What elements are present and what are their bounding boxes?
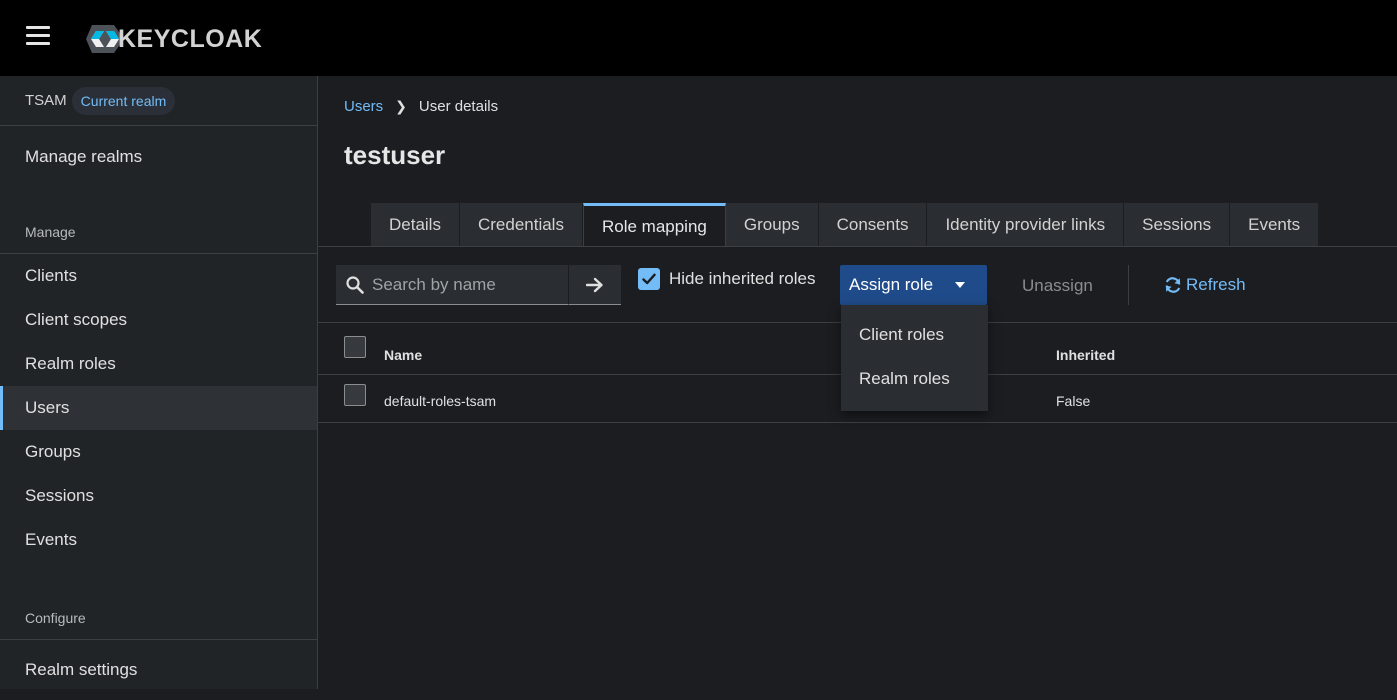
tab-credentials[interactable]: Credentials	[459, 203, 583, 246]
refresh-icon	[1165, 277, 1181, 293]
breadcrumb-users-link[interactable]: Users	[344, 98, 383, 115]
sidebar-item-clients[interactable]: Clients	[0, 254, 317, 298]
hide-inherited-label: Hide inherited roles	[669, 269, 816, 288]
sidebar-item-client-scopes[interactable]: Client scopes	[0, 298, 317, 342]
check-icon	[642, 273, 656, 285]
tab-consents[interactable]: Consents	[818, 203, 928, 246]
tab-events[interactable]: Events	[1230, 203, 1320, 246]
realm-name: TSAM	[25, 92, 67, 109]
realm-selector[interactable]: TSAM Current realm	[0, 76, 317, 126]
column-header-inherited[interactable]: Inherited	[1056, 347, 1115, 363]
assign-role-label: Assign role	[849, 275, 934, 294]
main-content: Users ❯ User details testuser Details Cr…	[318, 76, 1397, 689]
menu-icon[interactable]	[26, 26, 50, 46]
hide-inherited-roles-toggle[interactable]: Hide inherited roles	[638, 268, 815, 290]
refresh-label: Refresh	[1186, 275, 1246, 294]
sidebar-item-realm-roles[interactable]: Realm roles	[0, 342, 317, 386]
refresh-button[interactable]: Refresh	[1164, 275, 1246, 295]
breadcrumb: Users ❯ User details	[344, 98, 498, 115]
tab-sessions[interactable]: Sessions	[1124, 203, 1231, 246]
tab-details[interactable]: Details	[371, 203, 460, 246]
sidebar-item-sessions[interactable]: Sessions	[0, 474, 317, 518]
column-header-name[interactable]: Name	[384, 347, 422, 363]
sidebar-item-groups[interactable]: Groups	[0, 430, 317, 474]
breadcrumb-current: User details	[418, 98, 499, 115]
tab-identity-provider-links[interactable]: Identity provider links	[927, 203, 1125, 246]
keycloak-logo[interactable]: KEYCLOAK	[84, 22, 262, 56]
toolbar: Hide inherited roles Assign role Unassig…	[336, 265, 1386, 305]
hide-inherited-checkbox[interactable]	[638, 268, 660, 290]
tabs-divider	[318, 246, 1397, 247]
menu-item-realm-roles[interactable]: Realm roles	[841, 357, 988, 401]
caret-down-icon	[955, 282, 965, 288]
row-checkbox[interactable]	[344, 384, 366, 406]
search-icon	[346, 275, 364, 294]
tab-role-mapping[interactable]: Role mapping	[582, 203, 726, 247]
page-title: testuser	[344, 140, 446, 170]
sidebar-item-realm-settings[interactable]: Realm settings	[0, 640, 317, 700]
unassign-button[interactable]: Unassign	[1022, 276, 1093, 296]
search-input[interactable]	[372, 274, 562, 295]
select-all-checkbox[interactable]	[344, 336, 366, 358]
tab-groups[interactable]: Groups	[725, 203, 819, 246]
sidebar: TSAM Current realm Manage realms Manage …	[0, 76, 318, 689]
sidebar-section-manage: Manage	[0, 210, 317, 254]
arrow-right-icon	[586, 277, 603, 292]
sidebar-item-manage-realms[interactable]: Manage realms	[0, 126, 317, 188]
sidebar-section-configure: Configure	[0, 596, 317, 640]
sidebar-item-users[interactable]: Users	[0, 386, 317, 430]
current-realm-badge: Current realm	[71, 86, 176, 115]
brand-name: KEYCLOAK	[118, 24, 263, 53]
sidebar-item-events[interactable]: Events	[0, 518, 317, 562]
tab-bar: Details Credentials Role mapping Groups …	[371, 203, 1320, 247]
chevron-right-icon: ❯	[395, 98, 407, 114]
assign-role-dropdown-menu: Client roles Realm roles	[841, 305, 988, 411]
assign-role-button[interactable]: Assign role	[840, 265, 987, 305]
toolbar-divider	[1128, 265, 1129, 305]
search-submit-button[interactable]	[568, 265, 621, 305]
row-inherited-value: False	[1056, 393, 1091, 409]
masthead: KEYCLOAK	[0, 0, 1397, 76]
search-box	[336, 265, 568, 305]
menu-item-client-roles[interactable]: Client roles	[841, 313, 988, 357]
row-role-name: default-roles-tsam	[384, 393, 497, 409]
